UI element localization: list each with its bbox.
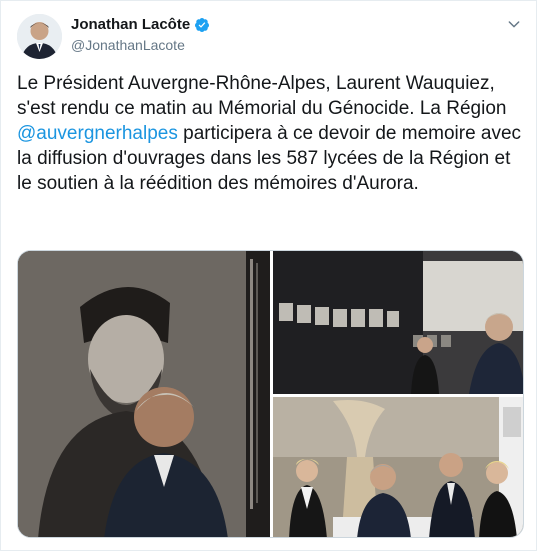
photo-memorial-wall[interactable] [273,251,523,394]
author-name-row: Jonathan Lacôte [71,16,210,33]
author-handle[interactable]: @JonathanLacote [71,37,185,53]
photo-memorial-portrait[interactable] [18,251,270,537]
avatar-portrait-icon [17,14,62,59]
avatar[interactable] [17,14,62,59]
photo-signing-image [273,397,523,537]
photo-portrait-image [18,251,270,537]
photo-signing-ceremony[interactable] [273,397,523,537]
media-grid [17,250,524,538]
photo-wall-image [273,251,523,394]
author-display-name[interactable]: Jonathan Lacôte [71,16,190,33]
tweet-text: Le Président Auvergne-Rhône-Alpes, Laure… [17,71,522,196]
chevron-down-icon[interactable] [506,16,522,32]
verified-badge-icon [195,17,210,32]
tweet-card: Jonathan Lacôte @JonathanLacote Le Prési… [0,0,537,551]
mention-link[interactable]: @auvergnerhalpes [17,123,178,144]
tweet-text-part-1: Le Président Auvergne-Rhône-Alpes, Laure… [17,73,507,119]
